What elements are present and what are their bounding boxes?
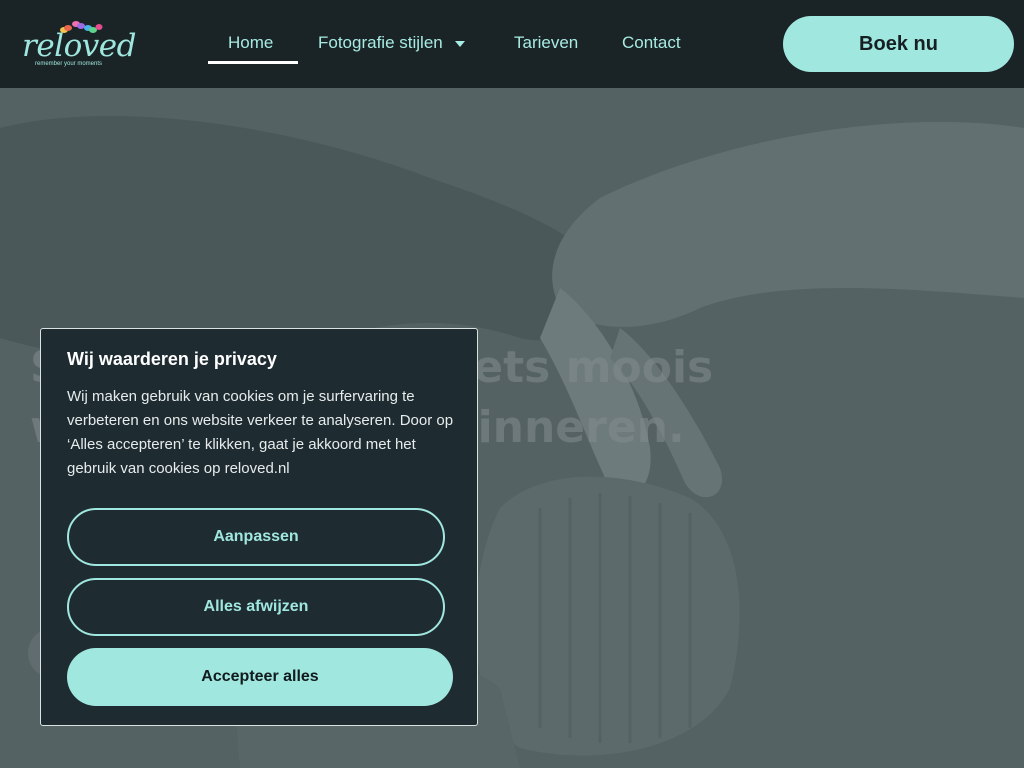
- nav-item-label: Fotografie stijlen: [318, 33, 443, 52]
- book-now-button[interactable]: Boek nu: [783, 16, 1014, 72]
- logo-tagline: remember your moments: [35, 61, 103, 67]
- nav-active-indicator: [208, 61, 298, 64]
- caret-down-icon: [455, 40, 466, 47]
- cookie-consent-dialog: Wij waarderen je privacy Wij maken gebru…: [40, 328, 478, 726]
- cookie-description: Wij maken gebruik van cookies om je surf…: [67, 388, 454, 477]
- nav-item-tarieven[interactable]: Tarieven: [514, 33, 578, 53]
- nav-item-fotografie-stijlen[interactable]: Fotografie stijlen: [318, 33, 466, 53]
- accept-all-button[interactable]: Accepteer alles: [67, 648, 453, 706]
- customize-button[interactable]: Aanpassen: [67, 508, 445, 566]
- nav-item-home[interactable]: Home: [228, 33, 273, 53]
- nav-item-contact[interactable]: Contact: [622, 33, 681, 53]
- site-header: reloved remember your moments Home Fotog…: [0, 0, 1024, 88]
- logo-wordmark: reloved: [22, 28, 136, 64]
- cookie-title: Wij waarderen je privacy: [67, 349, 277, 369]
- reject-all-button[interactable]: Alles afwijzen: [67, 578, 445, 636]
- logo[interactable]: reloved remember your moments: [22, 18, 136, 70]
